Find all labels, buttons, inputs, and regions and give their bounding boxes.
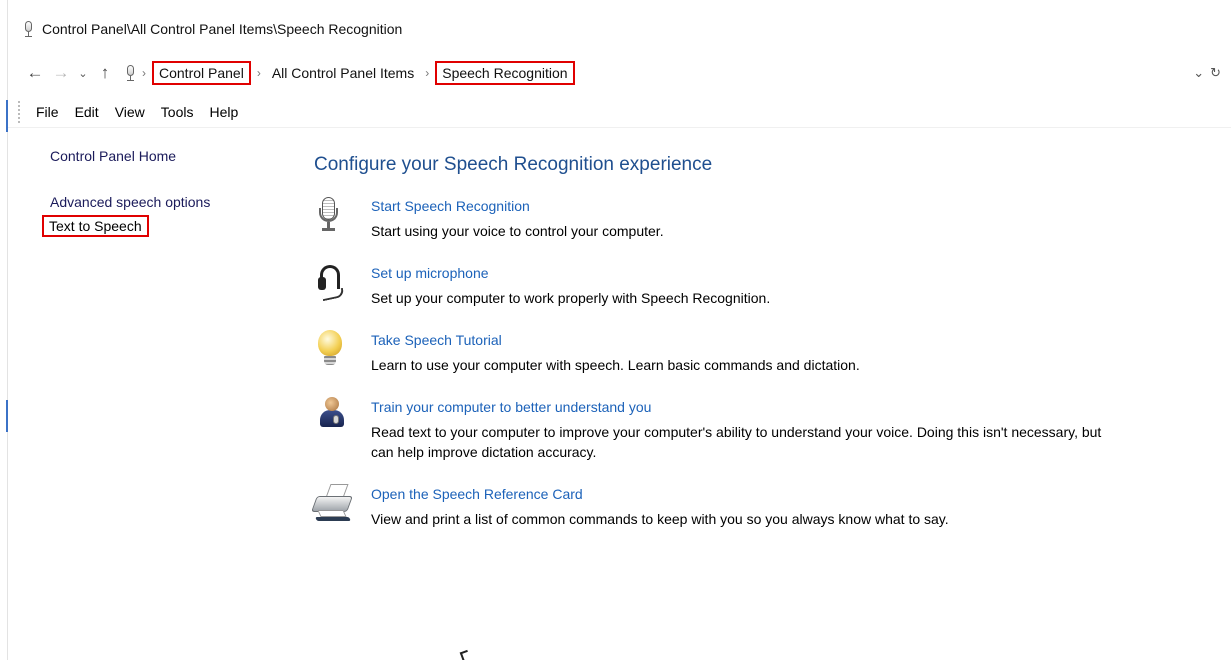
sidebar-item-control-panel-home[interactable]: Control Panel Home — [50, 148, 290, 164]
set-up-microphone-link[interactable]: Set up microphone — [371, 265, 770, 281]
headset-icon — [314, 263, 371, 307]
menu-help[interactable]: Help — [209, 104, 238, 120]
edge-accent — [6, 400, 8, 432]
take-speech-tutorial-link[interactable]: Take Speech Tutorial — [371, 332, 860, 348]
menu-bar: File Edit View Tools Help — [8, 96, 1231, 128]
back-arrow-icon[interactable]: ← — [22, 63, 48, 83]
title-bar: Control Panel\All Control Panel Items\Sp… — [8, 0, 1231, 58]
task-speech-tutorial: Take Speech Tutorial Learn to use your c… — [314, 330, 1194, 397]
refresh-icon[interactable]: ↻ — [1210, 65, 1221, 81]
task-speech-reference-card: Open the Speech Reference Card View and … — [311, 484, 1194, 551]
breadcrumb-separator[interactable]: › — [257, 66, 261, 80]
light-bulb-icon — [314, 330, 371, 374]
task-start-speech-recognition: Start Speech Recognition Start using you… — [314, 196, 1194, 263]
start-speech-recognition-link[interactable]: Start Speech Recognition — [371, 198, 664, 214]
task-set-up-microphone: Set up microphone Set up your computer t… — [314, 263, 1194, 330]
sidebar-item-advanced-speech-options[interactable]: Advanced speech options — [50, 194, 290, 210]
microphone-icon — [22, 20, 34, 38]
breadcrumb-separator[interactable]: › — [425, 66, 429, 80]
breadcrumb-separator[interactable]: › — [142, 66, 146, 80]
sidebar: Control Panel Home Advanced speech optio… — [42, 148, 290, 237]
address-bar: ← → ⌄ ↑ › Control Panel › All Control Pa… — [8, 58, 1231, 88]
control-panel-window: Control Panel\All Control Panel Items\Sp… — [0, 0, 1231, 660]
menu-grip — [18, 100, 20, 123]
task-description: Set up your computer to work properly wi… — [371, 290, 771, 306]
person-microphone-icon — [314, 397, 371, 441]
microphone-icon — [314, 196, 371, 240]
microphone-icon — [124, 64, 136, 82]
forward-arrow-icon[interactable]: → — [48, 63, 74, 83]
menu-tools[interactable]: Tools — [161, 104, 194, 120]
main-content: Configure your Speech Recognition experi… — [311, 154, 1194, 551]
window-left-edge — [0, 0, 8, 660]
menu-edit[interactable]: Edit — [75, 104, 99, 120]
task-description: View and print a list of common commands… — [371, 511, 949, 527]
task-description: Start using your voice to control your c… — [371, 223, 664, 239]
chevron-down-icon[interactable]: ⌄ — [1193, 65, 1204, 81]
menu-view[interactable]: View — [115, 104, 145, 120]
breadcrumb: › Control Panel › All Control Panel Item… — [124, 58, 575, 88]
speech-reference-card-link[interactable]: Open the Speech Reference Card — [371, 486, 949, 502]
printer-icon — [311, 484, 371, 528]
mouse-cursor-icon — [459, 649, 471, 660]
breadcrumb-speech-recognition[interactable]: Speech Recognition — [435, 61, 575, 85]
task-description: Learn to use your computer with speech. … — [371, 357, 860, 373]
task-train-computer: Train your computer to better understand… — [314, 397, 1194, 484]
breadcrumb-control-panel[interactable]: Control Panel — [152, 61, 251, 85]
breadcrumb-all-items[interactable]: All Control Panel Items — [267, 63, 419, 83]
train-computer-link[interactable]: Train your computer to better understand… — [371, 399, 1111, 415]
chevron-down-icon[interactable]: ⌄ — [74, 67, 92, 80]
up-arrow-icon[interactable]: ↑ — [92, 63, 118, 83]
task-description: Read text to your computer to improve yo… — [371, 424, 1102, 460]
address-actions: ⌄ ↻ — [1193, 58, 1221, 88]
sidebar-item-text-to-speech[interactable]: Text to Speech — [42, 215, 149, 237]
page-title: Configure your Speech Recognition experi… — [314, 154, 713, 175]
window-title: Control Panel\All Control Panel Items\Sp… — [42, 21, 403, 37]
menu-file[interactable]: File — [36, 104, 59, 120]
